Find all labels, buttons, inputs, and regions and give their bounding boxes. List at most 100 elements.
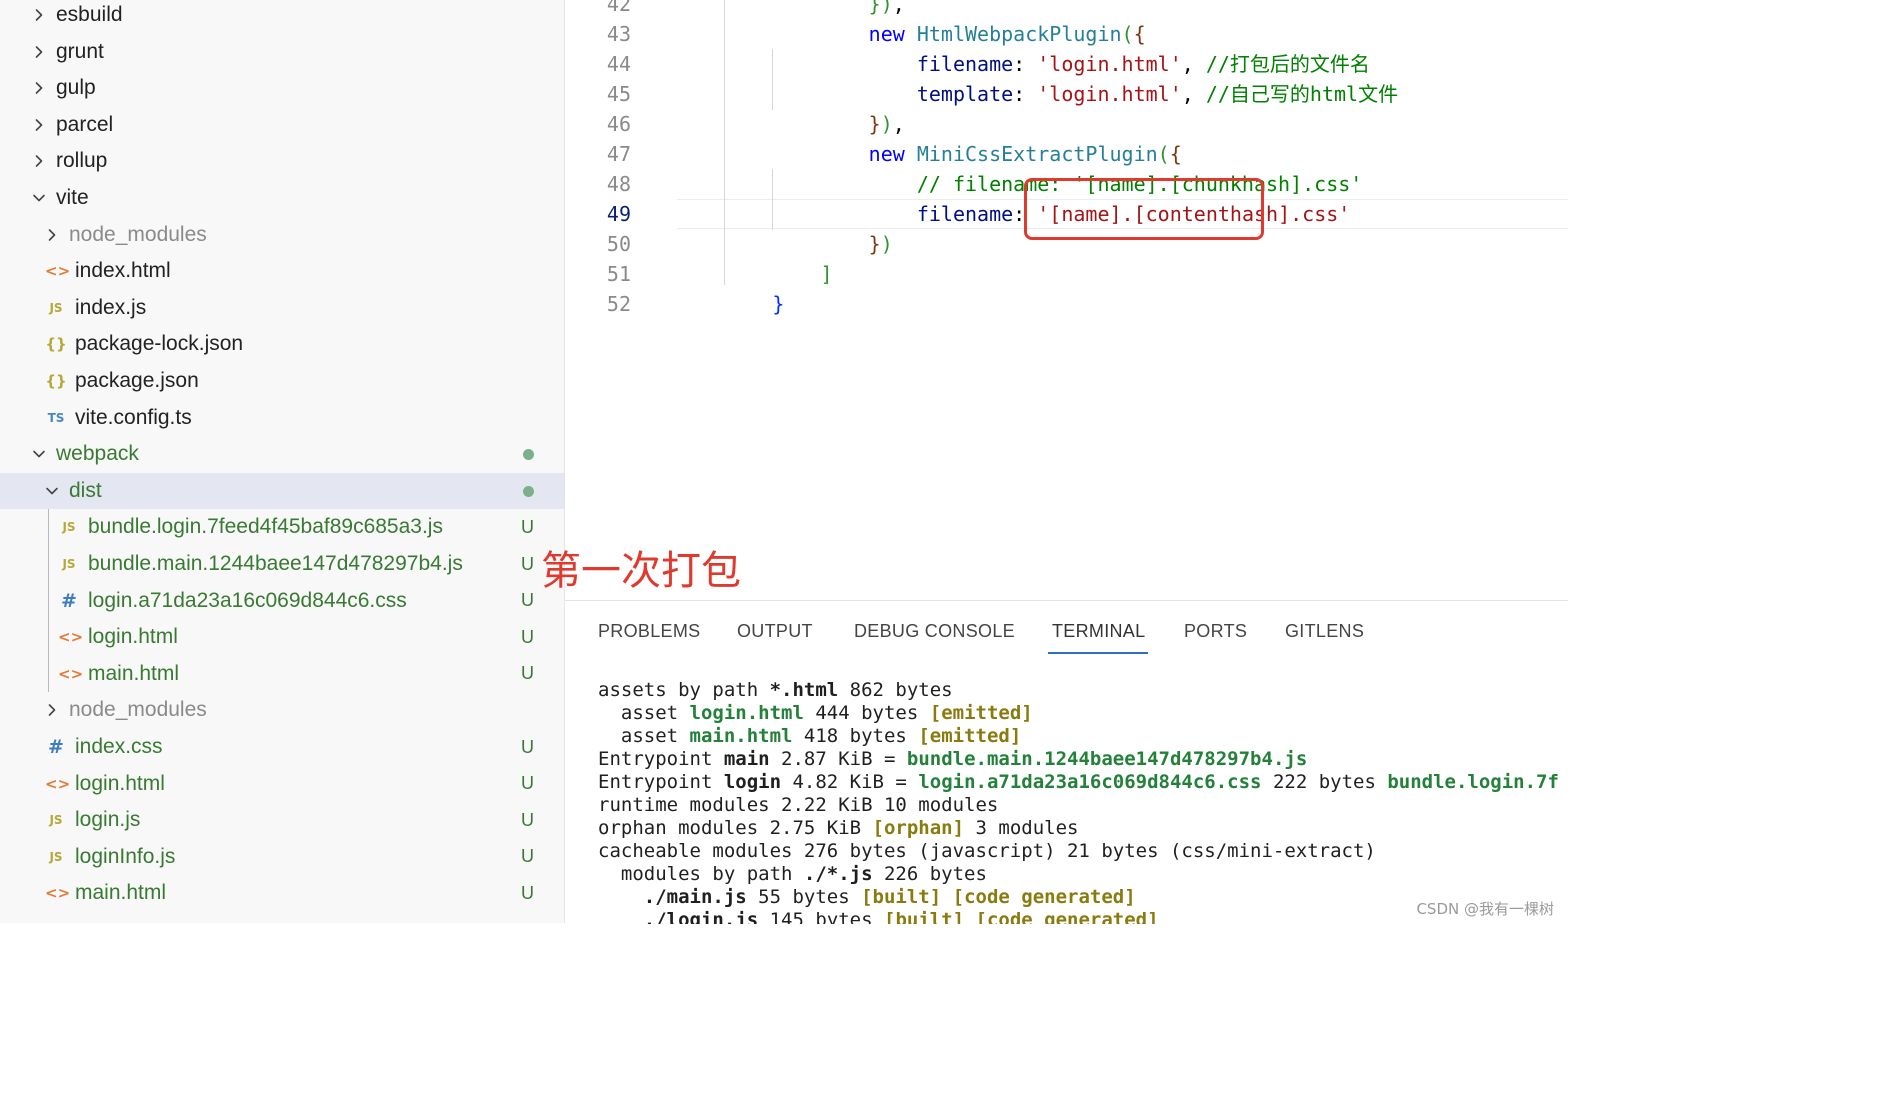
chevron-down-icon[interactable] [45, 484, 59, 498]
tab-ports[interactable]: PORTS [1184, 621, 1247, 642]
code-token: }) [868, 0, 893, 16]
line-number: 46 [606, 112, 631, 136]
tree-folder-node-modules[interactable]: node_modules [0, 692, 564, 728]
chevron-right-icon[interactable] [32, 8, 46, 22]
active-tab-indicator [1048, 652, 1148, 654]
chevron-right-icon[interactable] [32, 154, 46, 168]
tree-file[interactable]: {} package.json [0, 363, 564, 399]
code-token: ( [1157, 142, 1170, 166]
terminal-token: asset [598, 702, 690, 724]
code-line[interactable]: 51 ] [565, 259, 1568, 289]
code-token: : [1013, 82, 1038, 106]
tree-folder-parcel[interactable]: parcel [0, 107, 564, 143]
tree-file[interactable]: JS login.js U [0, 802, 564, 838]
git-untracked-badge: U [521, 773, 534, 794]
tree-folder-vite[interactable]: vite [0, 180, 564, 216]
tree-folder-esbuild[interactable]: esbuild [0, 0, 564, 33]
code-line[interactable]: 45 template: 'login.html', //自己写的html文件 [565, 79, 1568, 109]
tree-folder-node-modules[interactable]: node_modules [0, 217, 564, 253]
tree-item-label: package.json [75, 369, 199, 392]
code-token: new [868, 142, 905, 166]
tab-gitlens[interactable]: GITLENS [1285, 621, 1364, 642]
code-line[interactable]: 43 new HtmlWebpackPlugin({ [565, 19, 1568, 49]
tree-file[interactable]: {} package-lock.json [0, 326, 564, 362]
panel-tab-bar: PROBLEMS OUTPUT DEBUG CONSOLE TERMINAL PORTS… [565, 601, 1568, 655]
code-line[interactable]: 42 }), [565, 0, 1568, 19]
tree-folder-grunt[interactable]: grunt [0, 34, 564, 70]
terminal-token: 418 bytes [792, 725, 919, 747]
terminal-token: bundle.login.7f [1387, 771, 1559, 793]
tree-item-label: node_modules [69, 222, 207, 246]
terminal-token: 222 bytes [1261, 771, 1388, 793]
html-file-icon: <> [58, 664, 84, 683]
tree-file[interactable]: <> main.html U [0, 656, 564, 692]
chevron-right-icon[interactable] [45, 228, 59, 242]
line-number: 48 [606, 172, 631, 196]
chevron-right-icon[interactable] [32, 81, 46, 95]
tree-file[interactable]: JS index.js [0, 290, 564, 326]
tree-folder-gulp[interactable]: gulp [0, 70, 564, 106]
tree-item-label: bundle.main.1244baee147d478297b4.js [88, 552, 463, 575]
chevron-down-icon[interactable] [32, 191, 46, 205]
tree-item-label: loginInfo.js [75, 844, 176, 868]
code-line[interactable]: 52 } [565, 289, 1568, 319]
annotation-highlight-box [1024, 178, 1264, 240]
tree-file[interactable]: # index.css U [0, 729, 564, 765]
tree-item-label: parcel [56, 112, 114, 136]
tree-file[interactable]: TS vite.config.ts [0, 400, 564, 436]
code-line[interactable]: 46 }), [565, 109, 1568, 139]
tree-file[interactable]: <> login.html U [0, 766, 564, 802]
tree-file[interactable]: JS loginInfo.js U [0, 839, 564, 875]
code-text: }), [676, 109, 905, 139]
git-untracked-badge: U [521, 846, 534, 867]
tab-problems[interactable]: PROBLEMS [598, 621, 700, 642]
html-file-icon: <> [58, 628, 84, 647]
tree-file[interactable]: <> index.html [0, 253, 564, 289]
tree-file[interactable]: JS bundle.login.7feed4f45baf89c685a3.js U [0, 509, 564, 545]
code-token: new [868, 22, 905, 46]
tree-item-label: login.html [75, 771, 165, 795]
tree-folder-dist[interactable]: dist [0, 472, 564, 509]
chevron-right-icon[interactable] [32, 45, 46, 59]
tree-item-label: dist [69, 478, 102, 502]
chevron-right-icon[interactable] [32, 118, 46, 132]
terminal-token: [built] [884, 909, 965, 924]
code-line[interactable]: 47 new MiniCssExtractPlugin({ [565, 139, 1568, 169]
chevron-right-icon[interactable] [45, 703, 59, 717]
tree-file[interactable]: <> login.html U [0, 619, 564, 655]
tab-terminal[interactable]: TERMINAL [1052, 621, 1145, 642]
git-untracked-badge: U [521, 809, 534, 830]
html-file-icon: <> [45, 774, 71, 793]
terminal-token: asset [598, 725, 690, 747]
terminal-token: 444 bytes [803, 702, 930, 724]
git-untracked-badge: U [521, 736, 534, 757]
watermark: CSDN @我有一棵树 [1416, 900, 1554, 918]
tree-file[interactable]: # login.a71da23a16c069d844c6.css U [0, 583, 564, 619]
indent-guide [772, 169, 773, 230]
tree-folder-webpack[interactable]: webpack [0, 436, 564, 472]
tree-item-label: node_modules [69, 698, 207, 722]
terminal-token: main [723, 748, 770, 770]
chevron-down-icon[interactable] [32, 447, 46, 461]
line-number: 47 [606, 142, 631, 166]
code-editor[interactable]: 42 }), 43 new HtmlWebpackPlugin({44 filen… [565, 0, 1568, 600]
tab-debug-console[interactable]: DEBUG CONSOLE [854, 621, 1015, 642]
tree-file[interactable]: <> main.html U [0, 875, 564, 911]
tree-item-label: webpack [56, 442, 139, 466]
js-file-icon: JS [49, 849, 63, 864]
tree-file[interactable]: JS bundle.main.1244baee147d478297b4.js U [0, 546, 564, 582]
code-line[interactable]: 44 filename: 'login.html', //打包后的文件名 [565, 49, 1568, 79]
indent-guide [724, 0, 725, 285]
tree-item-label: login.a71da23a16c069d844c6.css [88, 588, 407, 612]
code-token: { [1169, 142, 1182, 166]
tree-folder-rollup[interactable]: rollup [0, 143, 564, 179]
terminal-output[interactable]: assets by path *.html 862 bytes asset lo… [598, 679, 1568, 924]
tab-output[interactable]: OUTPUT [737, 621, 813, 642]
